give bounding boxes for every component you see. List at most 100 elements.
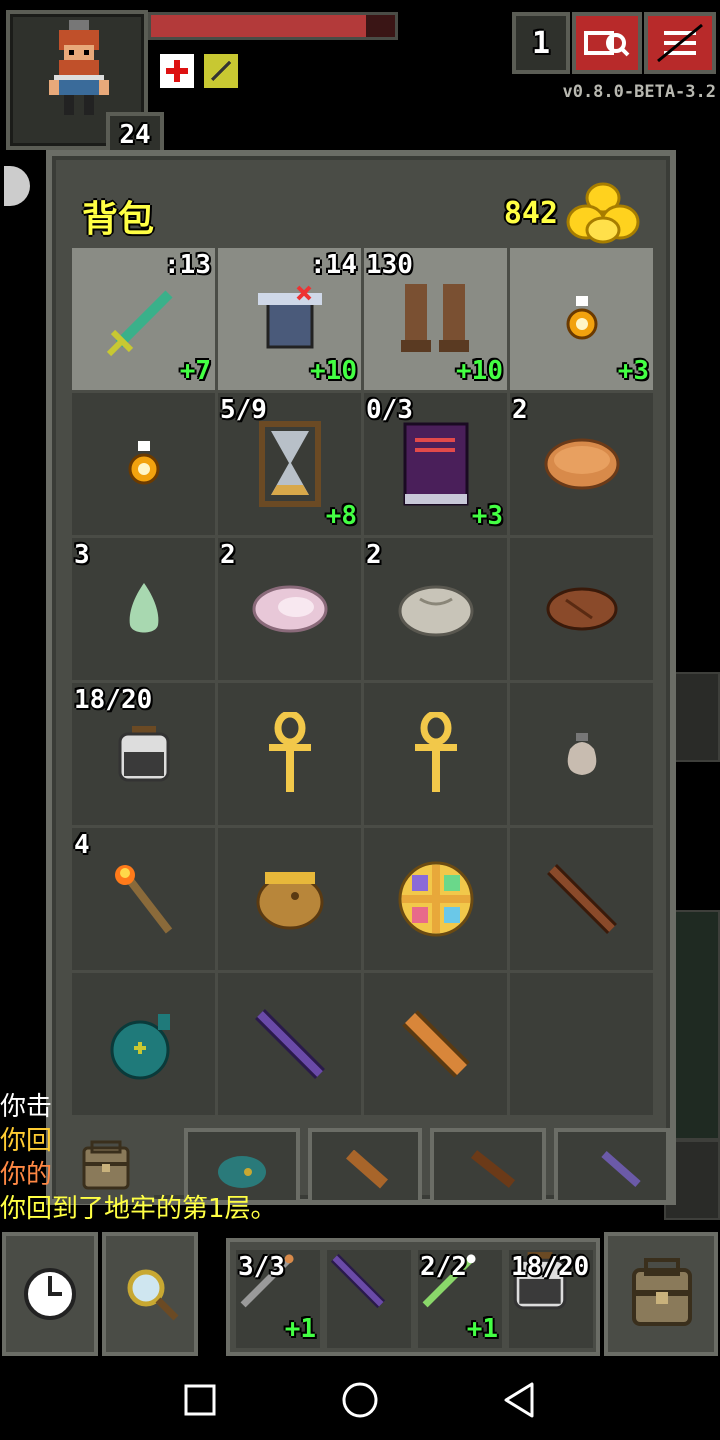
inventory-button[interactable] <box>604 1232 718 1356</box>
torch-icon <box>114 865 172 934</box>
wait-button[interactable] <box>2 1232 98 1356</box>
home-icon[interactable] <box>340 1380 380 1420</box>
item-upgrade-level: +8 <box>325 501 357 531</box>
waterskin-icon <box>118 726 169 782</box>
version-label: v0.8.0-BETA-3.2 <box>562 82 716 102</box>
log-line: 你回 <box>0 1126 53 1156</box>
healing-buff-icon <box>160 54 194 88</box>
inventory-slot-stone[interactable]: 2 <box>364 538 507 680</box>
inventory-slot-scroll-holder[interactable] <box>364 973 507 1115</box>
quickslot-charges: 18/20 <box>511 1252 590 1282</box>
item-quantity: 2 <box>220 540 236 570</box>
log-line: 你回到了地牢的第1层。 <box>0 1194 277 1224</box>
item-upgrade-level: +10 <box>456 356 503 386</box>
log-line: 你击 <box>0 1092 53 1122</box>
weapon-buff-icon <box>204 54 238 88</box>
item-upgrade-level: +10 <box>310 356 357 386</box>
meat-pink-icon <box>252 585 327 633</box>
wand-purple-icon <box>330 1253 386 1309</box>
backpack-icon <box>632 1258 692 1326</box>
inventory-slot-honeypot[interactable] <box>218 828 361 970</box>
log-line: 你的 <box>0 1160 53 1190</box>
item-strength-req: :14 <box>310 250 357 280</box>
quickslot-upgrade-level: +1 <box>284 1314 316 1344</box>
inventory-slot-seed[interactable]: 3 <box>72 538 215 680</box>
scroll-holder-tab-icon <box>346 1150 388 1189</box>
inventory-slot-sword[interactable]: :13 +7 <box>72 248 215 390</box>
ankh-icon <box>414 712 457 792</box>
inventory-slot-waterskin[interactable]: 18/20 <box>72 683 215 825</box>
hero-avatar-icon <box>49 20 109 115</box>
sword-icon <box>106 290 173 357</box>
search-journal-icon <box>584 31 630 57</box>
tab-potion-bandolier[interactable] <box>554 1128 670 1204</box>
inventory-slot-ankh[interactable] <box>218 683 361 825</box>
inventory-grid: :13 +7:14 +10 130 +10 +3 5/9 +8 0/3 +3 2 3 2 2 18/20 4 <box>72 248 653 1118</box>
gold-amount: 842 <box>503 196 558 231</box>
inventory-slot-empty <box>510 973 653 1115</box>
item-quantity: 2 <box>366 540 382 570</box>
item-upgrade-level: +3 <box>471 501 503 531</box>
bomb-icon <box>110 1014 170 1080</box>
back-icon[interactable] <box>500 1380 540 1420</box>
bandolier-tab-icon <box>601 1151 641 1187</box>
menu-icon <box>657 23 703 63</box>
depth-value: 24 <box>119 120 151 150</box>
dungeon-wall <box>672 672 720 762</box>
inventory-slot-meat-pink[interactable]: 2 <box>218 538 361 680</box>
item-quantity: 4 <box>74 830 90 860</box>
item-quantity: 0/3 <box>366 395 413 425</box>
item-upgrade-level: +7 <box>179 356 211 386</box>
inventory-slot-spellbook[interactable]: 0/3 +3 <box>364 393 507 535</box>
item-quantity: 5/9 <box>220 395 267 425</box>
recents-icon[interactable] <box>180 1380 220 1420</box>
inventory-slot-pouch-small[interactable] <box>510 683 653 825</box>
quickslot-charges: 2/2 <box>420 1252 467 1282</box>
tab-wand-holster[interactable] <box>430 1128 546 1204</box>
inventory-slot-ring[interactable]: +3 <box>510 248 653 390</box>
menu-button[interactable] <box>644 12 716 74</box>
magnifier-icon <box>127 1269 179 1321</box>
dungeon-wall <box>672 910 720 1140</box>
ring-icon <box>128 441 159 485</box>
quickslot-2[interactable] <box>327 1250 411 1348</box>
backpack-title: 背包 <box>82 199 155 240</box>
wand-brown-icon <box>546 864 617 934</box>
stone-icon <box>398 585 473 637</box>
quickslot-bar: 3/3 +1 2/2 +1 18/20 <box>226 1238 600 1356</box>
inventory-slot-wheel[interactable] <box>364 828 507 970</box>
keys-button[interactable]: 1 <box>512 12 570 74</box>
wand-holster-tab-icon <box>470 1150 516 1188</box>
quickslot-charges: 3/3 <box>238 1252 285 1282</box>
boots-icon <box>400 284 469 352</box>
search-button[interactable] <box>102 1232 198 1356</box>
top-hud: 24 1 v0.8.0-BETA-3.2 <box>0 0 720 160</box>
scroll-holder-icon <box>401 1010 470 1078</box>
quickslot-1[interactable]: 3/3 +1 <box>236 1250 320 1348</box>
inventory-slot-armor[interactable]: :14 +10 <box>218 248 361 390</box>
inventory-slot-wand-brown[interactable] <box>510 828 653 970</box>
quickslot-4[interactable]: 18/20 <box>509 1250 593 1348</box>
inventory-slot-meat-brown[interactable] <box>510 538 653 680</box>
left-edge-moon <box>4 166 30 206</box>
inventory-slot-boots[interactable]: 130 +10 <box>364 248 507 390</box>
inventory-slot-torch[interactable]: 4 <box>72 828 215 970</box>
honeypot-icon <box>256 872 323 930</box>
backpack-window: 背包 842 :13 +7:14 +10 130 +10 +3 5/9 +8 0/3 +3 2 3 2 2… <box>46 150 676 1205</box>
inventory-slot-ankh[interactable] <box>364 683 507 825</box>
inventory-slot-ring[interactable] <box>72 393 215 535</box>
wheel-icon <box>398 861 473 937</box>
inventory-slot-pasty[interactable]: 2 <box>510 393 653 535</box>
gold-pile-icon <box>566 182 640 244</box>
quickslot-3[interactable]: 2/2 +1 <box>418 1250 502 1348</box>
seed-icon <box>129 583 158 633</box>
clock-icon <box>24 1268 76 1320</box>
meat-brown-icon <box>546 587 617 631</box>
journal-button[interactable] <box>572 12 642 74</box>
pasty-icon <box>544 438 619 490</box>
hourglass-icon <box>258 421 321 507</box>
quickslot-upgrade-level: +1 <box>466 1314 498 1344</box>
item-quantity: 3 <box>74 540 90 570</box>
inventory-slot-hourglass[interactable]: 5/9 +8 <box>218 393 361 535</box>
item-quantity: 18/20 <box>74 685 153 715</box>
